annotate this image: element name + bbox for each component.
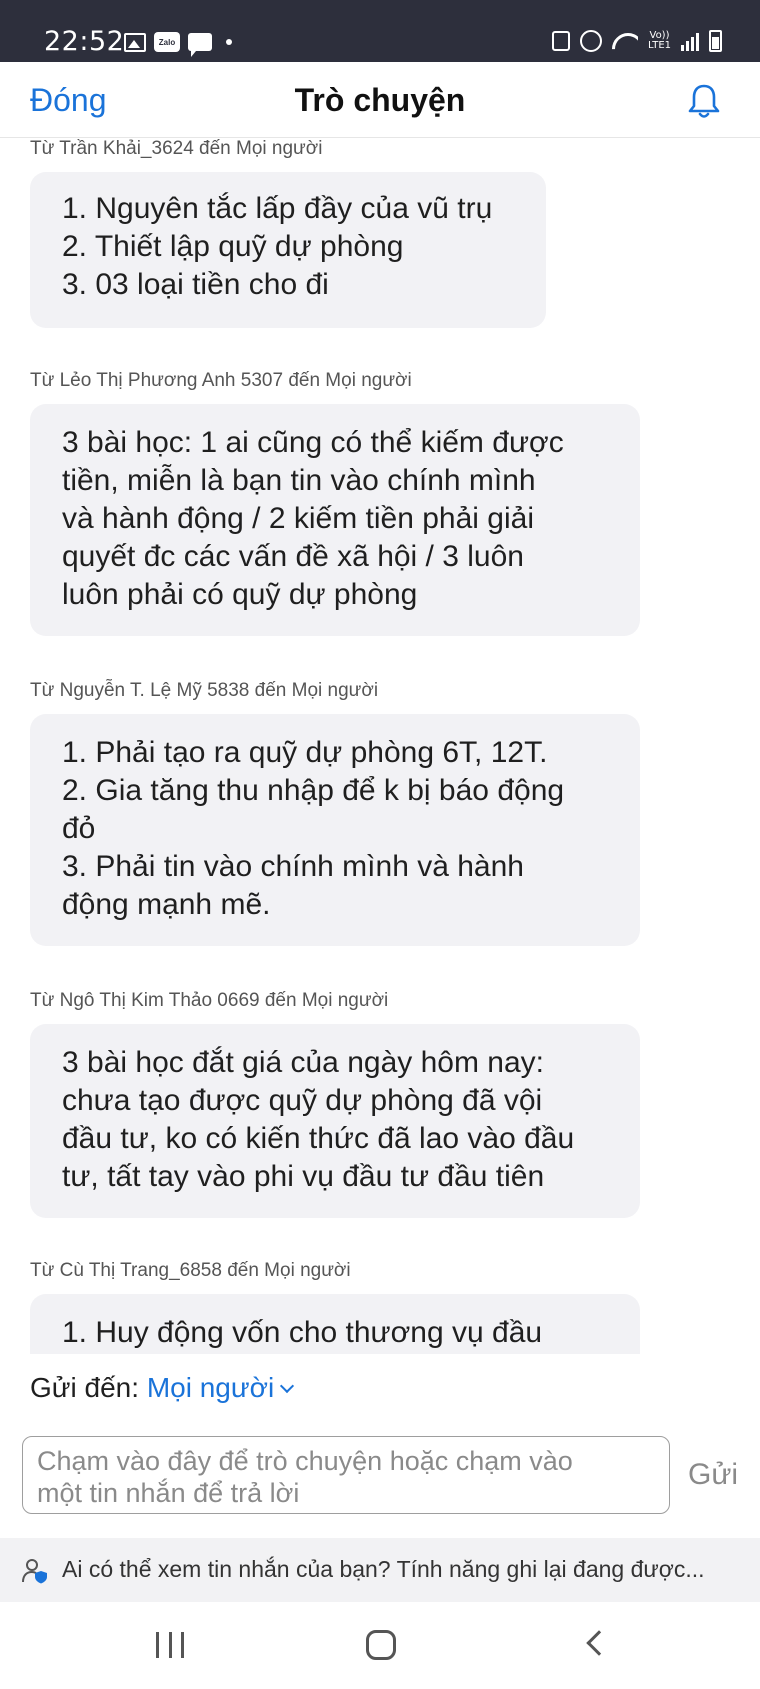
status-bar: 22:52 Zalo Vo)) LTE1 [0, 0, 760, 62]
signal-icon [681, 31, 699, 51]
back-icon[interactable] [586, 1630, 612, 1656]
message-line: luôn phải có quỹ dự phòng [62, 578, 418, 611]
message-line: 1. Huy động vốn cho thương vụ đầu [62, 1316, 543, 1349]
message-bubble[interactable]: 1. Huy động vốn cho thương vụ đầu [30, 1294, 640, 1354]
bell-icon[interactable] [686, 82, 722, 120]
message-bubble[interactable]: 3 bài học: 1 ai cũng có thể kiếm được ti… [30, 404, 640, 636]
message-sender: Từ Trần Khải_3624 đến Mọi người [30, 138, 323, 159]
message-line: chưa tạo được quỹ dự phòng đã vội [62, 1084, 543, 1117]
zalo-icon: Zalo [154, 32, 180, 52]
message-sender: Từ Ngô Thị Kim Thảo 0669 đến Mọi người [30, 990, 389, 1011]
gallery-icon [124, 32, 146, 52]
message-line: 3 bài học: 1 ai cũng có thể kiếm được [62, 426, 564, 459]
message-line: 2. Thiết lập quỹ dự phòng [62, 230, 404, 263]
message-line: 3. Phải tin vào chính mình và hành [62, 850, 524, 883]
message-line: tư, tất tay vào phi vụ đầu tư đầu tiên [62, 1160, 545, 1193]
message-sender: Từ Nguyễn T. Lệ Mỹ 5838 đến Mọi người [30, 680, 379, 701]
message-line: 2. Gia tăng thu nhập để k bị báo động [62, 774, 565, 807]
send-button[interactable]: Gửi [688, 1458, 738, 1492]
message-line: tiền, miễn là bạn tin vào chính mình [62, 464, 536, 497]
nfc-box-icon [552, 31, 571, 51]
message-line: và hành động / 2 kiếm tiền phải giải [62, 502, 534, 535]
system-nav-bar [0, 1602, 760, 1689]
status-left-icons: Zalo [124, 30, 232, 57]
chevron-down-icon [280, 1378, 295, 1394]
message-sender: Từ Cù Thị Trang_6858 đến Mọi người [30, 1260, 351, 1281]
message-bubble[interactable]: 1. Nguyên tắc lấp đầy của vũ trụ 2. Thiế… [30, 172, 546, 328]
message-line: đầu tư, ko có kiến thức đã lao vào đầu [62, 1122, 575, 1155]
message-line: 1. Phải tạo ra quỹ dự phòng 6T, 12T. [62, 736, 548, 769]
privacy-notice-text: Ai có thể xem tin nhắn của bạn? Tính năn… [62, 1556, 705, 1582]
lte-icon: Vo)) LTE1 [648, 31, 671, 51]
lte-label-bottom: LTE1 [648, 40, 671, 51]
send-to-label: Gửi đến: [30, 1372, 140, 1403]
recent-apps-icon[interactable] [156, 1632, 184, 1658]
dot-icon [226, 39, 232, 45]
chat-message-list[interactable]: Từ Trần Khải_3624 đến Mọi người 1. Nguyê… [0, 138, 760, 1354]
message-line: 3. 03 loại tiền cho đi [62, 268, 329, 301]
battery-icon [709, 30, 722, 52]
alarm-icon [580, 30, 603, 52]
message-bubble[interactable]: 1. Phải tạo ra quỹ dự phòng 6T, 12T. 2. … [30, 714, 640, 946]
chat-input-placeholder-line1: Chạm vào đây để trò chuyện hoặc chạm vào [37, 1446, 573, 1476]
message-line: 1. Nguyên tắc lấp đầy của vũ trụ [62, 192, 493, 225]
message-line: 3 bài học đắt giá của ngày hôm nay: [62, 1046, 544, 1079]
message-bubble[interactable]: 3 bài học đắt giá của ngày hôm nay: chưa… [30, 1024, 640, 1218]
status-right-icons: Vo)) LTE1 [552, 26, 722, 56]
send-to-row: Gửi đến: Mọi người [30, 1372, 295, 1404]
recipient-value: Mọi người [146, 1372, 275, 1403]
chat-notification-icon [188, 33, 212, 57]
message-sender: Từ Lẻo Thị Phương Anh 5307 đến Mọi người [30, 370, 412, 391]
chat-input[interactable]: Chạm vào đây để trò chuyện hoặc chạm vào… [22, 1436, 670, 1514]
message-line: đỏ [62, 812, 96, 845]
chat-input-placeholder-line2: một tin nhắn để trả lời [37, 1478, 300, 1508]
message-line: quyết đc các vấn đề xã hội / 3 luôn [62, 540, 524, 573]
message-line: động mạnh mẽ. [62, 888, 271, 921]
recipient-select[interactable]: Mọi người [146, 1372, 295, 1403]
wifi-icon [612, 31, 638, 51]
status-time: 22:52 [44, 26, 125, 57]
user-shield-icon [22, 1559, 47, 1584]
page-title: Trò chuyện [294, 82, 466, 118]
privacy-notice-bar[interactable]: Ai có thể xem tin nhắn của bạn? Tính năn… [0, 1538, 760, 1602]
chat-header: Đóng Trò chuyện [0, 62, 760, 138]
home-icon[interactable] [366, 1630, 396, 1660]
